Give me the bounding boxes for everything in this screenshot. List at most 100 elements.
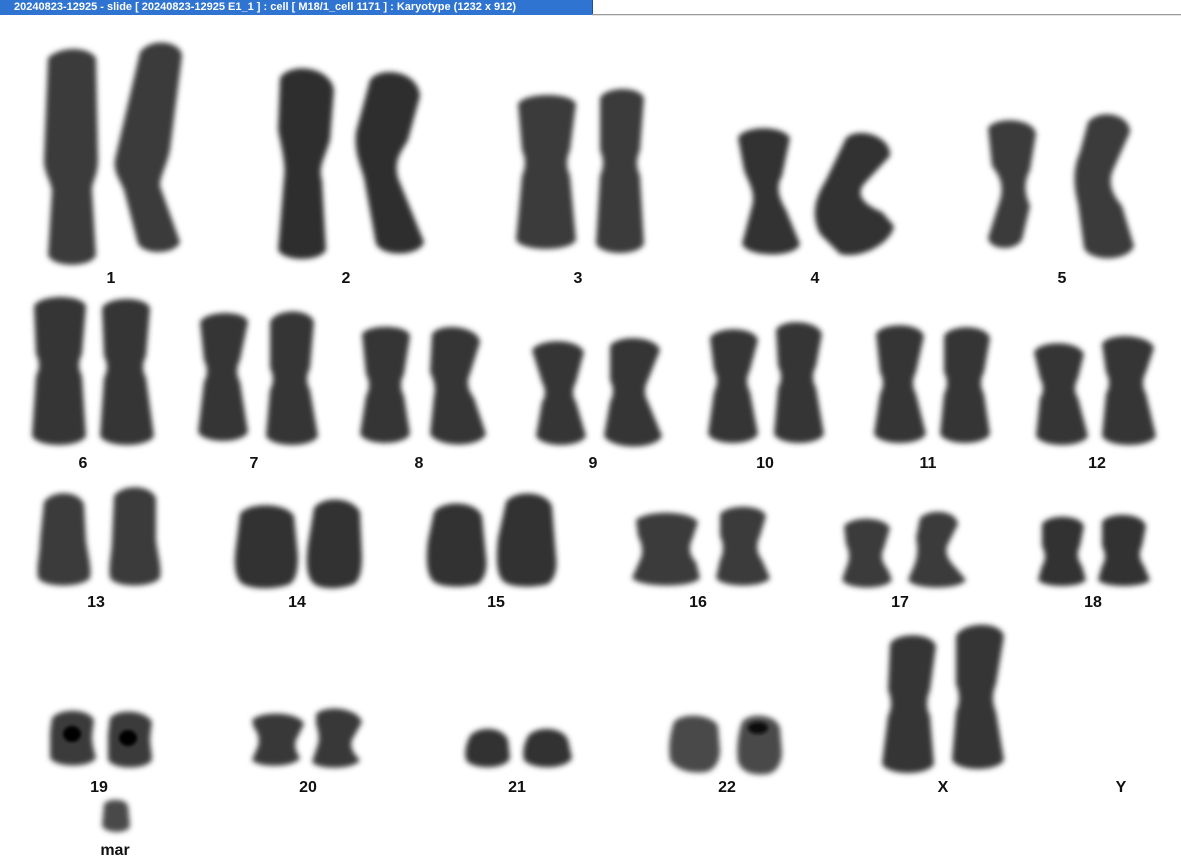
chromosome-9b (604, 338, 662, 447)
chromosome-10b (774, 322, 824, 443)
chromosome-label-2: 2 (342, 270, 351, 287)
marker-chromosome: mar (100, 799, 130, 859)
chromosome-14b (306, 499, 362, 589)
chromosome-label-22: 22 (718, 779, 736, 796)
chromosome-label-15: 15 (487, 594, 505, 611)
chromosome-7b (266, 311, 318, 445)
chromosome-5b (1074, 114, 1134, 259)
chromosome-label-9: 9 (589, 455, 598, 472)
chromosome-pair-14: 14 (234, 499, 362, 611)
chromosome-pair-17: 17 (842, 511, 966, 611)
chromosome-7a (198, 313, 248, 441)
chromosome-pair-11: 11 (874, 325, 990, 472)
chromosome-8a (360, 326, 410, 443)
chromosome-Xb (952, 624, 1004, 769)
chromosome-label-20: 20 (299, 779, 317, 796)
chromosome-6b (100, 299, 154, 445)
chromosome-13a (37, 493, 91, 586)
chromosome-4b (814, 132, 894, 256)
chromosome-pair-8: 8 (360, 326, 486, 472)
chromosome-label-12: 12 (1088, 455, 1106, 472)
chromosome-20b (312, 708, 362, 768)
chromosome-20a (252, 713, 304, 766)
chromosome-3b (596, 89, 644, 253)
karyotype-image: 1 2 3 4 5 6 7 8 9 10 11 12 13 14 15 16 1… (32, 42, 1156, 859)
chromosome-2a (278, 68, 334, 260)
chromosome-pair-1: 1 (44, 42, 182, 287)
chromosome-16a (632, 512, 700, 586)
chromosome-label-19: 19 (90, 779, 108, 796)
chromosome-18a (1038, 516, 1086, 586)
chromosome-pair-9: 9 (532, 338, 662, 472)
chromosome-pair-2: 2 (278, 68, 424, 287)
chromosome-2b (355, 72, 424, 254)
chromosome-21a (465, 728, 510, 768)
chromosome-pair-10: 10 (708, 322, 824, 472)
chromosome-3a (516, 95, 576, 249)
chromosome-1a (44, 49, 98, 265)
chromosome-pair-18: 18 (1038, 514, 1150, 611)
chromosome-label-18: 18 (1084, 594, 1102, 611)
chromosome-22a (669, 715, 720, 773)
chromosome-6a (32, 297, 86, 445)
chromosome-label-Y: Y (1116, 779, 1127, 796)
chromosome-8b (430, 327, 486, 445)
chromosome-15a (426, 503, 487, 587)
chromosome-pair-4: 4 (738, 128, 894, 287)
chromosome-13b (109, 487, 161, 586)
chromosome-12a (1034, 343, 1088, 445)
chromosome-14a (234, 505, 298, 589)
window-title: 20240823-12925 - slide [ 20240823-12925 … (14, 1, 517, 13)
chromosome-1b (114, 42, 182, 253)
chromosome-17a (842, 518, 892, 588)
chromosome-pair-22: 22 (669, 715, 782, 796)
chromosome-16b (716, 506, 770, 586)
chromosome-label-14: 14 (288, 594, 306, 611)
chromosome-15b (496, 493, 557, 587)
chromosome-11b (940, 327, 990, 443)
chromosome-label-mar: mar (100, 842, 129, 859)
chromosome-pair-15: 15 (426, 493, 557, 611)
chromosome-22b-band (748, 722, 768, 734)
chromosome-label-16: 16 (689, 594, 707, 611)
chromosome-pair-16: 16 (632, 506, 770, 611)
chromosome-label-3: 3 (574, 270, 583, 287)
chromosome-17b (908, 511, 966, 588)
window-titlebar[interactable]: 20240823-12925 - slide [ 20240823-12925 … (0, 0, 593, 15)
chromosome-label-21: 21 (508, 779, 526, 796)
chromosome-label-10: 10 (756, 455, 774, 472)
chromosome-label-8: 8 (415, 455, 424, 472)
chromosome-pair-7: 7 (198, 311, 318, 472)
chromosome-pair-21: 21 (465, 728, 572, 796)
chromosome-18b (1098, 514, 1150, 586)
chromosome-pair-20: 20 (252, 708, 362, 796)
chromosome-label-1: 1 (107, 270, 116, 287)
chromosome-21b (523, 728, 572, 768)
chromosome-12b (1102, 336, 1156, 445)
chromosome-pair-5: 5 (988, 114, 1134, 287)
chromosome-label-13: 13 (87, 594, 105, 611)
chromosome-label-5: 5 (1058, 270, 1067, 287)
chromosome-mar (102, 799, 130, 832)
chromosome-pair-X: X (882, 624, 1004, 796)
chromosome-label-11: 11 (920, 455, 937, 472)
chromosome-19a-band (63, 726, 81, 742)
chromosome-5a (988, 120, 1036, 249)
chromosome-label-4: 4 (811, 270, 820, 287)
chromosome-19b-band (119, 730, 137, 746)
chromosome-slot-Y: Y (1116, 779, 1127, 796)
chromosome-4a (738, 128, 800, 255)
chromosome-pair-3: 3 (516, 89, 644, 287)
chromosome-pair-6: 6 (32, 297, 154, 472)
chromosome-10a (708, 329, 758, 443)
chromosome-label-17: 17 (891, 594, 909, 611)
chromosome-11a (874, 325, 926, 443)
chromosome-pair-13: 13 (37, 487, 161, 611)
chromosome-Xa (882, 635, 936, 773)
chromosome-pair-19: 19 (50, 710, 152, 796)
chromosome-label-X: X (938, 779, 949, 796)
chromosome-label-7: 7 (250, 455, 259, 472)
chromosome-pair-12: 12 (1034, 336, 1156, 472)
chromosome-label-6: 6 (79, 455, 88, 472)
chromosome-9a (532, 341, 586, 445)
